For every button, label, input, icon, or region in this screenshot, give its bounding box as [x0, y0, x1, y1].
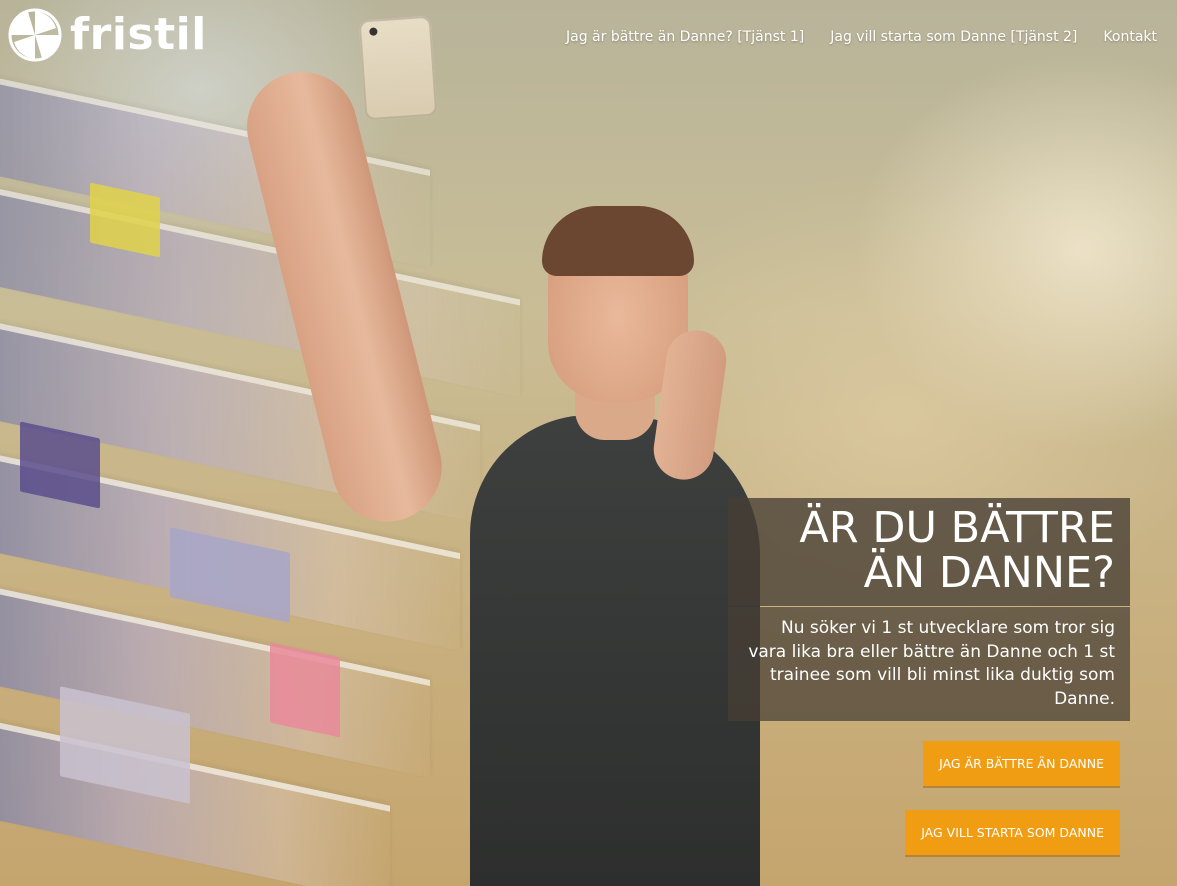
- start-as-danne-button[interactable]: JAG VILL STARTA SOM DANNE: [905, 810, 1120, 855]
- hero-description: Nu söker vi 1 st utvecklare som tror sig…: [748, 618, 1115, 709]
- person-hair: [542, 206, 694, 276]
- logo-wordmark: fristil: [70, 9, 207, 60]
- magazine: [270, 642, 340, 738]
- better-than-danne-button[interactable]: JAG ÄR BÄTTRE ÄN DANNE: [923, 741, 1120, 786]
- hero-section: fristil Jag är bättre än Danne? [Tjänst …: [0, 0, 1177, 886]
- logo-link[interactable]: fristil: [8, 8, 207, 62]
- nav-item-tjanst-2[interactable]: Jag vill starta som Danne [Tjänst 2]: [830, 29, 1077, 45]
- nav-item-tjanst-1[interactable]: Jag är bättre än Danne? [Tjänst 1]: [566, 29, 804, 45]
- fristil-pinwheel-logo-icon: [8, 8, 62, 62]
- nav-item-kontakt[interactable]: Kontakt: [1103, 29, 1157, 45]
- person-torso: [470, 415, 760, 886]
- main-nav: Jag är bättre än Danne? [Tjänst 1] Jag v…: [566, 29, 1157, 45]
- hero-text-box: Nu söker vi 1 st utvecklare som tror sig…: [728, 607, 1130, 721]
- site-header: fristil Jag är bättre än Danne? [Tjänst …: [0, 0, 1177, 78]
- hero-title-box: ÄR DU BÄTTRE ÄN DANNE?: [728, 498, 1130, 606]
- hero-title: ÄR DU BÄTTRE ÄN DANNE?: [799, 503, 1115, 598]
